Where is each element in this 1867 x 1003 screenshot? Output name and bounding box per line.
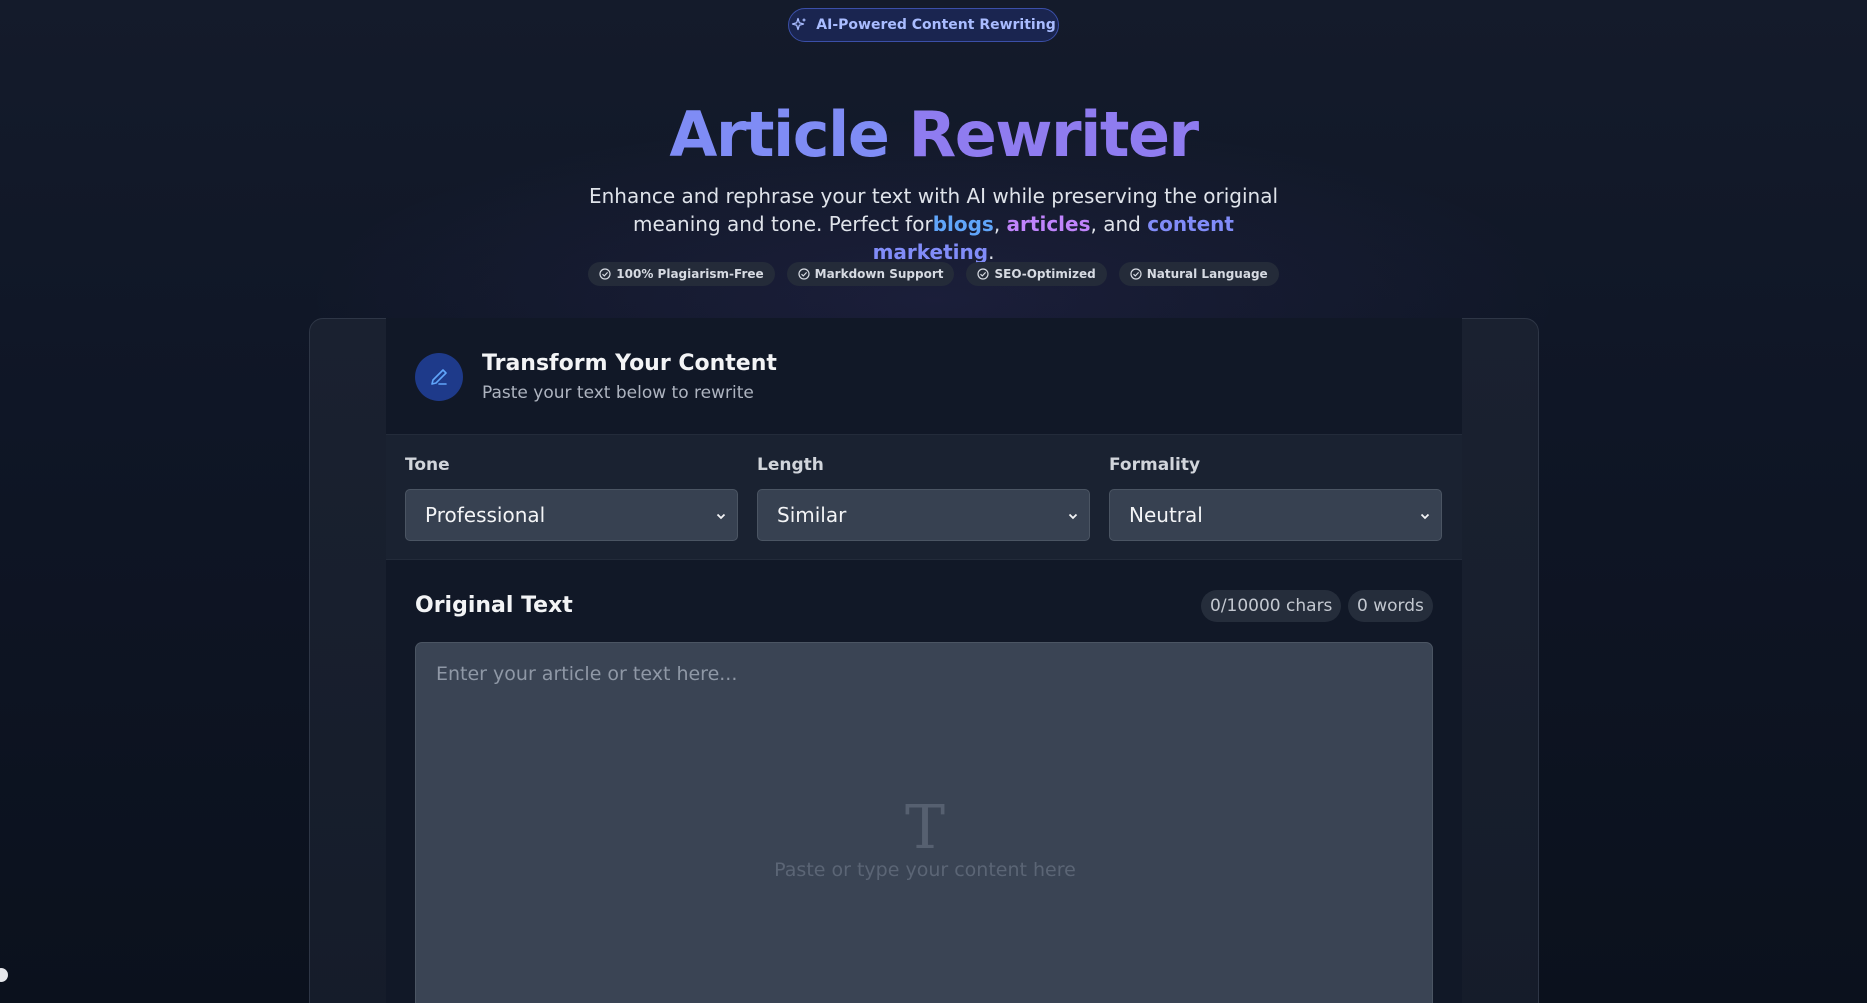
- card-subtitle: Paste your text below to rewrite: [482, 383, 754, 403]
- feature-chips: 100% Plagiarism-Free Markdown Support SE…: [0, 262, 1867, 286]
- subtitle-line-1: Enhance and rephrase your text with AI w…: [588, 184, 1279, 208]
- original-text-title: Original Text: [415, 593, 573, 618]
- length-label: Length: [757, 455, 824, 475]
- formality-value: Neutral: [1129, 503, 1203, 527]
- tone-label: Tone: [405, 455, 450, 475]
- card-header: Transform Your Content Paste your text b…: [386, 318, 1462, 434]
- feature-chip-label: Markdown Support: [814, 267, 944, 281]
- word-count-badge: 0 words: [1348, 590, 1433, 622]
- highlight-blogs: blogs: [932, 212, 994, 236]
- rewrite-options: Tone Professional Length Similar Formali…: [386, 434, 1462, 560]
- sparkles-icon: [792, 17, 806, 31]
- length-value: Similar: [777, 503, 847, 527]
- subtitle-line-2: meaning and tone. Perfect forblogs, arti…: [570, 210, 1297, 266]
- ai-badge: AI-Powered Content Rewriting: [788, 8, 1059, 42]
- subtitle-sep-2: , and: [1090, 212, 1148, 236]
- pencil-icon: [415, 353, 463, 401]
- length-select[interactable]: Similar: [757, 489, 1090, 541]
- page-subtitle: Enhance and rephrase your text with AI w…: [570, 182, 1297, 266]
- subtitle-end: .: [988, 240, 995, 264]
- empty-state-hint: Paste or type your content here: [774, 859, 1076, 881]
- feature-chip-natural-language: Natural Language: [1118, 262, 1279, 286]
- feature-chip-seo: SEO-Optimized: [966, 262, 1107, 286]
- check-circle-icon: [599, 268, 611, 280]
- char-count-badge: 0/10000 chars: [1201, 590, 1342, 622]
- original-text-input[interactable]: Enter your article or text here... T Pas…: [415, 642, 1433, 1003]
- chevron-down-icon: [716, 513, 726, 520]
- input-placeholder: Enter your article or text here...: [436, 663, 738, 685]
- feature-chip-plagiarism-free: 100% Plagiarism-Free: [588, 262, 775, 286]
- check-circle-icon: [1130, 268, 1142, 280]
- subtitle-sep-1: ,: [993, 212, 1007, 236]
- card-title: Transform Your Content: [482, 351, 777, 376]
- help-widget-icon[interactable]: [0, 968, 8, 982]
- tone-value: Professional: [425, 503, 546, 527]
- formality-label: Formality: [1109, 455, 1201, 475]
- tone-select[interactable]: Professional: [405, 489, 738, 541]
- chevron-down-icon: [1420, 513, 1430, 520]
- chevron-down-icon: [1068, 513, 1078, 520]
- feature-chip-label: SEO-Optimized: [994, 267, 1096, 281]
- highlight-articles: articles: [1006, 212, 1091, 236]
- subtitle-prefix: meaning and tone. Perfect for: [633, 212, 933, 236]
- rewriter-card: Transform Your Content Paste your text b…: [386, 318, 1462, 1003]
- feature-chip-label: Natural Language: [1146, 267, 1268, 281]
- check-circle-icon: [798, 268, 810, 280]
- page-title: Article Rewriter: [0, 98, 1867, 171]
- ai-badge-label: AI-Powered Content Rewriting: [816, 17, 1056, 33]
- formality-select[interactable]: Neutral: [1109, 489, 1442, 541]
- feature-chip-markdown: Markdown Support: [786, 262, 955, 286]
- check-circle-icon: [977, 268, 990, 280]
- page-title-part-2: Rewriter: [908, 98, 1199, 171]
- page-title-part-1: Article: [669, 98, 909, 171]
- feature-chip-label: 100% Plagiarism-Free: [616, 267, 764, 281]
- text-type-icon: T: [904, 793, 946, 863]
